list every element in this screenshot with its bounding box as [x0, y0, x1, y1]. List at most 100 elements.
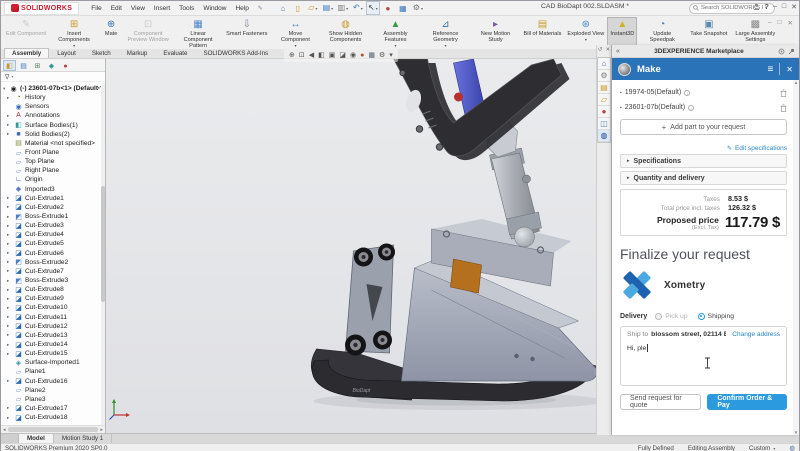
scroll-thumb[interactable]	[8, 427, 98, 432]
headsup-icon-apply-scene[interactable]: ▦	[368, 49, 375, 62]
tree-horizontal-scrollbar[interactable]: ◄ ►	[1, 425, 105, 433]
ribbon-button-edit-component[interactable]: ✎ Edit Component	[3, 17, 49, 49]
help-icon[interactable]: ?	[764, 2, 769, 11]
tree-item[interactable]: ◔ History	[3, 93, 105, 102]
menu-item[interactable]: View	[127, 3, 149, 14]
ribbon-tab[interactable]: Assembly	[4, 48, 50, 58]
tree-item[interactable]: ◪ Cut-Extrude9	[3, 294, 105, 303]
close-make-icon[interactable]: ✕	[786, 65, 793, 74]
tree-item[interactable]: ■ Solid Bodies(2)	[3, 130, 105, 139]
quick-icon-select[interactable]: ↖	[365, 1, 380, 15]
menu-item[interactable]: Tools	[175, 3, 198, 14]
hamburger-menu-icon[interactable]: ≡	[767, 64, 773, 75]
ribbon-tab[interactable]: SOLIDWORKS Add-Ins	[195, 48, 276, 58]
panel-scrollbar[interactable]: ▲ ▼	[793, 80, 799, 435]
headsup-icon-section-view[interactable]: ◧	[318, 49, 325, 62]
menu-item[interactable]: Edit	[107, 3, 126, 14]
info-icon[interactable]: i	[688, 104, 695, 111]
tree-item[interactable]: ◪ Cut-Extrude4	[3, 230, 105, 239]
quick-icon-new[interactable]: ▯	[291, 3, 305, 14]
ribbon-button-reference-geometry[interactable]: ⊿ Reference Geometry	[420, 17, 470, 49]
headsup-icon-dropdown[interactable]: ▾	[389, 49, 393, 62]
tree-root-item[interactable]: ◉ (-) 23601-07b<1> (Default<< ^	[3, 84, 105, 93]
manager-tab-displaymanager[interactable]: ●	[59, 60, 72, 71]
tree-item[interactable]: ◪ Cut-Extrude8	[3, 285, 105, 294]
ribbon-button-show-hidden[interactable]: ◍ Show Hidden Components	[320, 17, 370, 49]
menu-item[interactable]: Help	[231, 3, 252, 14]
action-button-confirm-pay[interactable]: Confirm Order & Pay	[707, 394, 787, 410]
tree-item[interactable]: ◩ Boss-Extrude3	[3, 276, 105, 285]
taskpane-icon-design-library[interactable]: ▤	[598, 82, 610, 94]
user-icon[interactable]	[753, 3, 760, 10]
tree-item[interactable]: ◪ Cut-Extrude7	[3, 267, 105, 276]
manager-tab-configurationmanager[interactable]: ⊞	[31, 60, 44, 71]
tree-item[interactable]: ◪ Cut-Extrude5	[3, 239, 105, 248]
tree-item[interactable]: ◪ Cut-Extrude16	[3, 377, 105, 386]
tree-item[interactable]: ▱ Plane1	[3, 367, 105, 376]
tree-item[interactable]: ◉ Sensors	[3, 102, 105, 111]
headsup-icon-zoom-to-area[interactable]: ⊡	[299, 49, 305, 62]
delivery-option[interactable]: Shipping	[697, 312, 734, 320]
tree-item[interactable]: ◪ Cut-Extrude15	[3, 349, 105, 358]
taskpane-top-icon-close[interactable]: ✕	[606, 47, 611, 53]
quick-icon-print[interactable]: ▥	[336, 2, 350, 14]
window-control-close[interactable]: ✕	[791, 3, 797, 11]
tree-item[interactable]: ◪ Cut-Extrude2	[3, 203, 105, 212]
ribbon-button-bill-of-materials[interactable]: ▤ Bill of Materials	[520, 17, 564, 49]
ribbon-button-linear-pattern[interactable]: ▦ Linear Component Pattern	[173, 17, 223, 49]
accordion-section[interactable]: ▸ Specifications	[620, 154, 787, 168]
tree-item[interactable]: ◩ Boss-Extrude2	[3, 258, 105, 267]
tree-item[interactable]: ◪ Cut-Extrude11	[3, 313, 105, 322]
taskpane-icon-file-explorer[interactable]: ▱	[598, 94, 610, 106]
scroll-down-icon[interactable]: ▼	[794, 430, 798, 435]
tree-item[interactable]: ◪ Cut-Extrude3	[3, 221, 105, 230]
headsup-icon-edit-appearance[interactable]: ●	[360, 49, 364, 62]
headsup-icon-view-orientation[interactable]: ▣	[329, 49, 336, 62]
trash-icon[interactable]	[780, 103, 787, 112]
options-icon[interactable]	[778, 48, 785, 55]
shipping-message-box[interactable]: Ship to blossom street, 02114 Bost Chang…	[620, 326, 787, 386]
ribbon-button-component-preview[interactable]: ⊡ Component Preview Window	[123, 17, 173, 49]
quick-icon-home[interactable]: ⌂	[276, 3, 290, 14]
quick-icon-display[interactable]: ▦	[396, 3, 410, 14]
ribbon-button-mate[interactable]: ⊕ Mate	[99, 17, 123, 49]
manager-tab-featuremanager[interactable]: ◧	[3, 59, 16, 71]
tree-item[interactable]: ◪ Cut-Extrude18	[3, 413, 105, 422]
tree-item[interactable]: ▤ Material <not specified>	[3, 139, 105, 148]
delivery-option[interactable]: Pick up	[655, 312, 688, 320]
headsup-icon-display-style[interactable]: ◪	[339, 49, 346, 62]
change-address-link[interactable]: Change address	[732, 331, 780, 338]
ribbon-button-smart-fasteners[interactable]: ⇩ Smart Fasteners	[223, 17, 270, 49]
info-icon[interactable]: i	[684, 89, 691, 96]
taskpane-icon-appearances[interactable]: ●	[598, 106, 610, 118]
doc-window-control[interactable]: ✕	[788, 19, 793, 27]
headsup-icon-view-settings[interactable]: ⚙	[379, 49, 385, 62]
document-tab[interactable]: Model	[19, 434, 54, 443]
action-button-send-quote[interactable]: Send request for quote	[620, 394, 702, 410]
quick-icon-open[interactable]: ▱	[306, 2, 320, 14]
manager-tab-propertymanager[interactable]: ▤	[17, 60, 30, 71]
message-input[interactable]: Hi, ple	[627, 344, 780, 352]
request-part-row-23601-07b(Default)[interactable]: ▪ 23601-07b(Default) i	[620, 100, 787, 115]
tree-item[interactable]: ◪ Cut-Extrude17	[3, 404, 105, 413]
tree-item[interactable]: ▱ Plane3	[3, 395, 105, 404]
quick-icon-options[interactable]: ⚙	[411, 2, 425, 14]
tree-item[interactable]: ▱ Right Plane	[3, 166, 105, 175]
tree-item[interactable]: ▱ Top Plane	[3, 157, 105, 166]
ribbon-button-move-component[interactable]: ↔ Move Component	[270, 17, 320, 49]
quick-icon-save[interactable]: ▤	[321, 2, 335, 14]
document-tab[interactable]: Motion Study 1	[54, 434, 113, 443]
pin-menu-icon[interactable]: ✎	[258, 5, 263, 12]
tree-item[interactable]: ◪ Cut-Extrude13	[3, 331, 105, 340]
accordion-section[interactable]: ▸ Quantity and delivery	[620, 171, 787, 185]
tree-item[interactable]: ◩ Boss-Extrude1	[3, 212, 105, 221]
taskpane-icon-marketplace[interactable]: ◍	[598, 130, 610, 142]
doc-window-control[interactable]: –	[768, 19, 772, 27]
tree-item[interactable]: A Annotations	[3, 111, 105, 120]
trash-icon[interactable]	[780, 88, 787, 97]
tree-item[interactable]: ◪ Cut-Extrude10	[3, 303, 105, 312]
window-control-minimize[interactable]: –	[773, 3, 777, 11]
taskpane-icon-custom-properties[interactable]: ◫	[598, 118, 610, 130]
taskpane-icon-resources[interactable]: ⚙	[598, 70, 610, 82]
ribbon-tab[interactable]: Markup	[119, 48, 156, 58]
